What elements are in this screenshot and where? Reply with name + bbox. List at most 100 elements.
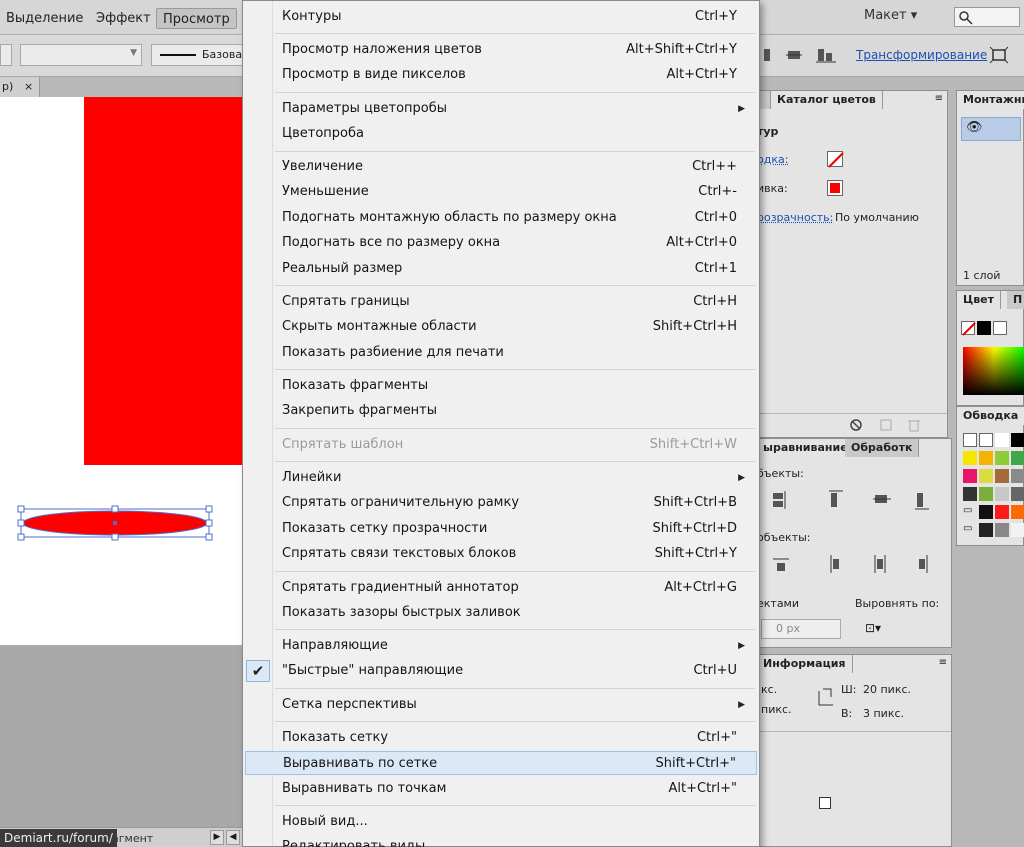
tab-color[interactable]: Цвет xyxy=(957,291,1001,309)
menu-item-transparency-grid[interactable]: Показать сетку прозрачности Shift+Ctrl+D xyxy=(245,517,757,541)
folder-icon-2[interactable]: ▭ xyxy=(963,523,977,537)
fill-dropdown[interactable] xyxy=(0,44,12,66)
align-objects-icons[interactable] xyxy=(765,489,945,511)
menu-item-show-slices[interactable]: Показать фрагменты xyxy=(245,374,757,398)
stroke-link[interactable]: одка: xyxy=(757,153,788,166)
clear-appearance-icon[interactable] xyxy=(849,418,863,432)
close-icon[interactable]: × xyxy=(24,77,33,97)
tab-pathfinder[interactable]: Обработк xyxy=(845,439,919,457)
workspace-switcher[interactable]: Макет ▾ xyxy=(864,8,917,23)
menu-item-guides[interactable]: Направляющие ▶ xyxy=(245,634,757,658)
swatch-gray2[interactable] xyxy=(995,523,1009,537)
white-swatch[interactable] xyxy=(993,321,1007,335)
swatch-white[interactable] xyxy=(995,433,1009,447)
duplicate-icon[interactable] xyxy=(879,418,893,432)
menu-item-gradient-annotator[interactable]: Спрятать градиентный аннотатор Alt+Ctrl+G xyxy=(245,576,757,600)
menu-item-actual-size[interactable]: Реальный размер Ctrl+1 xyxy=(245,257,757,281)
menu-item-fit-artboard[interactable]: Подогнать монтажную область по размеру о… xyxy=(245,206,757,230)
swatch-pattern[interactable] xyxy=(963,487,977,501)
tab-color-catalog[interactable]: Каталог цветов xyxy=(771,91,883,109)
scroll-right-button[interactable]: ◀ xyxy=(226,830,240,845)
menu-item-show-grid[interactable]: Показать сетку Ctrl+" xyxy=(245,726,757,750)
swatch-gray[interactable] xyxy=(1011,469,1024,483)
swatch-light[interactable] xyxy=(995,487,1009,501)
menu-item-snap-to-grid[interactable]: Выравнивать по сетке Shift+Ctrl+" xyxy=(245,751,757,775)
swatch-brown[interactable] xyxy=(995,469,1009,483)
menu-item-perspective-grid[interactable]: Сетка перспективы ▶ xyxy=(245,693,757,717)
swatch-darkgreen[interactable] xyxy=(1011,451,1024,465)
tab-align[interactable]: ыравнивание xyxy=(757,439,855,457)
menu-selection[interactable]: Выделение xyxy=(0,8,89,29)
menu-item-hide-edges[interactable]: Спрятать границы Ctrl+H xyxy=(245,290,757,314)
distribute-objects-icons[interactable] xyxy=(765,553,945,575)
black-swatch[interactable] xyxy=(977,321,991,335)
swatch-lime[interactable] xyxy=(979,469,993,483)
brush-definition-field[interactable]: Базовая xyxy=(151,44,243,66)
swatch-pattern2[interactable] xyxy=(979,487,993,501)
tab-info[interactable]: Информация xyxy=(757,655,853,673)
document-tab[interactable]: р) × xyxy=(0,77,40,97)
folder-icon[interactable]: ▭ xyxy=(963,505,977,519)
tab-stroke[interactable]: Обводка xyxy=(957,407,1024,425)
menu-item-zoom-out[interactable]: Уменьшение Ctrl+- xyxy=(245,180,757,204)
menu-item-zoom-in[interactable]: Увеличение Ctrl++ xyxy=(245,155,757,179)
swatch-dark[interactable] xyxy=(979,505,993,519)
menu-item-hide-bounding-box[interactable]: Спрятать ограничительную рамку Shift+Ctrl… xyxy=(245,491,757,515)
align-buttons[interactable] xyxy=(760,45,860,67)
stroke-none-swatch[interactable] xyxy=(827,151,843,167)
menu-item-overprint-preview[interactable]: Просмотр наложения цветов Alt+Shift+Ctrl+… xyxy=(245,38,757,62)
menu-effect[interactable]: Эффект xyxy=(90,8,157,29)
menu-item-print-tiling[interactable]: Показать разбиение для печати xyxy=(245,341,757,365)
swatch-white2[interactable] xyxy=(1011,523,1024,537)
swatch-registration[interactable] xyxy=(979,433,993,447)
swatch-orange2[interactable] xyxy=(1011,505,1024,519)
menu-item-pixel-preview[interactable]: Просмотр в виде пикселов Alt+Ctrl+Y xyxy=(245,63,757,87)
swatch-mid[interactable] xyxy=(1011,487,1024,501)
swatch-black[interactable] xyxy=(1011,433,1024,447)
layer-row[interactable]: 👁 xyxy=(961,117,1021,141)
panel-menu-icon[interactable]: ≡ xyxy=(939,657,947,668)
tab-color-guide[interactable]: П xyxy=(1007,291,1024,309)
menu-view[interactable]: Просмотр xyxy=(156,8,237,29)
fill-swatch[interactable] xyxy=(827,180,843,196)
menu-item-rulers[interactable]: Линейки ▶ xyxy=(245,466,757,490)
red-rectangle[interactable] xyxy=(84,97,244,465)
selected-ellipse[interactable] xyxy=(14,505,214,541)
swatch-none[interactable] xyxy=(963,433,977,447)
menu-item-fit-all[interactable]: Подогнать все по размеру окна Alt+Ctrl+0 xyxy=(245,231,757,255)
search-input[interactable] xyxy=(954,7,1020,27)
menu-item-snap-to-point[interactable]: Выравнивать по точкам Alt+Ctrl+" xyxy=(245,777,757,801)
panel-menu-icon[interactable]: ≡ xyxy=(935,93,943,104)
trash-icon[interactable] xyxy=(907,418,921,432)
swatch-green[interactable] xyxy=(995,451,1009,465)
color-spectrum[interactable] xyxy=(963,347,1024,395)
menu-item-proof-colors[interactable]: Цветопроба xyxy=(245,122,757,146)
scroll-left-button[interactable]: ▶ xyxy=(210,830,224,845)
spacing-input[interactable]: 0 px xyxy=(761,619,841,639)
swatch-orange[interactable] xyxy=(979,451,993,465)
tab-artboards[interactable]: Монтажны xyxy=(957,91,1024,109)
menu-item-label: Показать зазоры быстрых заливок xyxy=(282,601,521,625)
menu-item-smart-guides[interactable]: ✔ "Быстрые" направляющие Ctrl+U xyxy=(245,659,757,683)
menu-item-live-paint-gaps[interactable]: Показать зазоры быстрых заливок xyxy=(245,601,757,625)
swatch-pink[interactable] xyxy=(963,469,977,483)
swatch-dark2[interactable] xyxy=(979,523,993,537)
menu-item-hide-artboards[interactable]: Скрыть монтажные области Shift+Ctrl+H xyxy=(245,315,757,339)
stroke-weight-field[interactable]: ▼ xyxy=(20,44,142,66)
opacity-link[interactable]: розрачность: xyxy=(757,211,833,224)
menu-item-shortcut: Shift+Ctrl+B xyxy=(654,491,737,515)
menu-item-new-view[interactable]: Новый вид... xyxy=(245,810,757,834)
align-to-dropdown[interactable]: ⊡▾ xyxy=(865,621,893,639)
swatch-yellow[interactable] xyxy=(963,451,977,465)
menu-item-lock-slices[interactable]: Закрепить фрагменты xyxy=(245,399,757,423)
transform-link[interactable]: Трансформирование xyxy=(856,48,987,62)
menu-item-edit-views[interactable]: Редактировать виды... xyxy=(245,835,757,847)
isolate-icon[interactable] xyxy=(988,45,1010,65)
none-swatch[interactable] xyxy=(961,321,975,335)
swatch-red[interactable] xyxy=(995,505,1009,519)
menu-item-outlines[interactable]: Контуры Ctrl+Y xyxy=(245,5,757,29)
menu-item-proof-setup[interactable]: Параметры цветопробы ▶ xyxy=(245,97,757,121)
menu-item-text-threads[interactable]: Спрятать связи текстовых блоков Shift+Ctr… xyxy=(245,542,757,566)
eye-icon[interactable]: 👁 xyxy=(966,120,983,135)
menu-item-label: Подогнать монтажную область по размеру о… xyxy=(282,206,617,230)
